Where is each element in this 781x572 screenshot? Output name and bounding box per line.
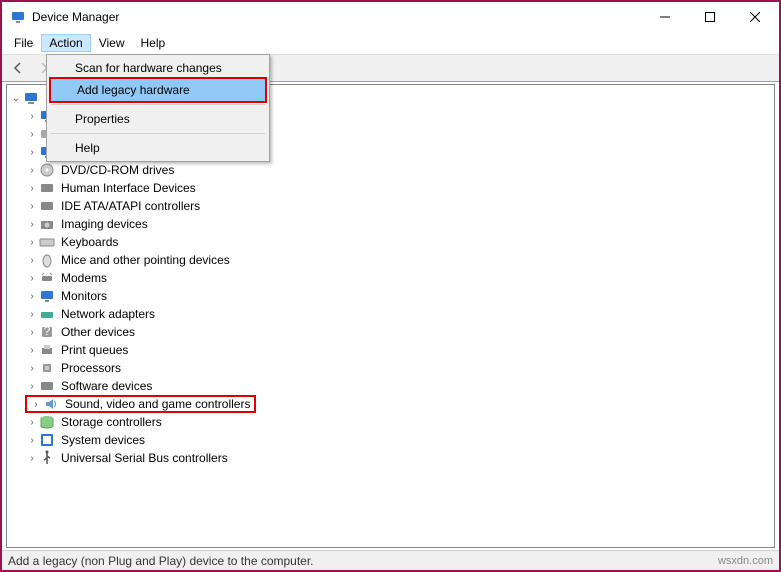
tree-item[interactable]: › Print queues [7, 341, 774, 359]
device-icon [39, 162, 55, 178]
tree-item-label: Storage controllers [59, 414, 164, 430]
expand-icon[interactable]: › [25, 379, 39, 393]
menu-view[interactable]: View [91, 34, 133, 52]
expand-icon[interactable]: › [25, 451, 39, 465]
expand-icon[interactable]: › [25, 415, 39, 429]
expand-icon[interactable]: › [25, 217, 39, 231]
status-text: Add a legacy (non Plug and Play) device … [8, 554, 314, 568]
tree-item[interactable]: › Modems [7, 269, 774, 287]
device-icon [39, 360, 55, 376]
menu-separator [51, 133, 265, 134]
tree-item[interactable]: ›? Other devices [7, 323, 774, 341]
tree-item[interactable]: › Processors [7, 359, 774, 377]
watermark: wsxdn.com [718, 555, 773, 567]
tree-item[interactable]: › Human Interface Devices [7, 179, 774, 197]
tree-item[interactable]: › Monitors [7, 287, 774, 305]
tree-item[interactable]: › DVD/CD-ROM drives [7, 161, 774, 179]
tree-item[interactable]: › Network adapters [7, 305, 774, 323]
device-icon [39, 378, 55, 394]
expand-icon[interactable]: › [25, 109, 39, 123]
tree-item[interactable]: › Mice and other pointing devices [7, 251, 774, 269]
device-icon [39, 198, 55, 214]
tree-item-label: Human Interface Devices [59, 180, 198, 196]
device-icon [39, 306, 55, 322]
menu-bar: File Action View Help [2, 32, 779, 54]
tree-item-label: Network adapters [59, 306, 157, 322]
action-dropdown-menu: Scan for hardware changes Add legacy har… [46, 54, 270, 162]
device-icon [39, 216, 55, 232]
device-icon [39, 234, 55, 250]
tree-item[interactable]: › Sound, video and game controllers [7, 395, 774, 413]
svg-text:?: ? [44, 324, 51, 338]
expand-icon[interactable]: › [25, 289, 39, 303]
tree-item-label: Keyboards [59, 234, 120, 250]
device-icon [39, 414, 55, 430]
expand-icon[interactable]: › [25, 253, 39, 267]
device-icon [39, 432, 55, 448]
tree-item[interactable]: › Universal Serial Bus controllers [7, 449, 774, 467]
tree-item-label: Sound, video and game controllers [63, 396, 252, 412]
device-icon [43, 396, 59, 412]
expand-icon[interactable]: › [25, 271, 39, 285]
expand-icon[interactable]: › [25, 433, 39, 447]
computer-icon [23, 90, 39, 106]
expand-icon[interactable]: › [25, 325, 39, 339]
device-icon [39, 252, 55, 268]
expand-icon[interactable]: › [25, 235, 39, 249]
device-icon [39, 342, 55, 358]
device-icon [39, 270, 55, 286]
menu-help[interactable]: Help [133, 34, 174, 52]
device-icon [39, 180, 55, 196]
tree-item[interactable]: › Storage controllers [7, 413, 774, 431]
expand-icon[interactable]: › [29, 397, 43, 411]
title-bar: Device Manager [2, 2, 779, 32]
expand-icon[interactable]: › [25, 361, 39, 375]
tree-item[interactable]: › System devices [7, 431, 774, 449]
maximize-button[interactable] [687, 3, 732, 31]
device-icon [39, 288, 55, 304]
menu-scan-hardware[interactable]: Scan for hardware changes [49, 57, 267, 79]
tree-item-label: Print queues [59, 342, 130, 358]
tree-item[interactable]: › Keyboards [7, 233, 774, 251]
expand-icon[interactable]: › [25, 145, 39, 159]
tree-item[interactable]: › Software devices [7, 377, 774, 395]
menu-action[interactable]: Action [41, 34, 90, 52]
app-icon [10, 9, 26, 25]
menu-add-legacy-hardware[interactable]: Add legacy hardware [49, 77, 267, 103]
expand-icon[interactable]: › [25, 307, 39, 321]
tree-item-label: Other devices [59, 324, 137, 340]
menu-properties[interactable]: Properties [49, 108, 267, 130]
status-bar: Add a legacy (non Plug and Play) device … [2, 550, 779, 570]
tree-item-label: Processors [59, 360, 123, 376]
tree-item-label: DVD/CD-ROM drives [59, 162, 176, 178]
tree-item[interactable]: › Imaging devices [7, 215, 774, 233]
tree-item-label: Software devices [59, 378, 154, 394]
menu-file[interactable]: File [6, 34, 41, 52]
menu-help[interactable]: Help [49, 137, 267, 159]
tree-item-label: Mice and other pointing devices [59, 252, 232, 268]
tree-item-label: Universal Serial Bus controllers [59, 450, 230, 466]
window-title: Device Manager [32, 10, 642, 24]
tree-item-label: System devices [59, 432, 147, 448]
tree-item-label: Imaging devices [59, 216, 150, 232]
expand-icon[interactable]: › [25, 127, 39, 141]
expand-icon[interactable]: › [25, 343, 39, 357]
back-button[interactable] [6, 57, 30, 79]
device-icon: ? [39, 324, 55, 340]
device-icon [39, 450, 55, 466]
tree-item-label: Modems [59, 270, 109, 286]
tree-item[interactable]: › IDE ATA/ATAPI controllers [7, 197, 774, 215]
tree-item-label: Monitors [59, 288, 109, 304]
expand-icon[interactable]: ⌄ [9, 91, 23, 105]
window-controls [642, 3, 777, 31]
expand-icon[interactable]: › [25, 163, 39, 177]
expand-icon[interactable]: › [25, 199, 39, 213]
expand-icon[interactable]: › [25, 181, 39, 195]
menu-separator [51, 104, 265, 105]
minimize-button[interactable] [642, 3, 687, 31]
tree-item-label: IDE ATA/ATAPI controllers [59, 198, 202, 214]
close-button[interactable] [732, 3, 777, 31]
